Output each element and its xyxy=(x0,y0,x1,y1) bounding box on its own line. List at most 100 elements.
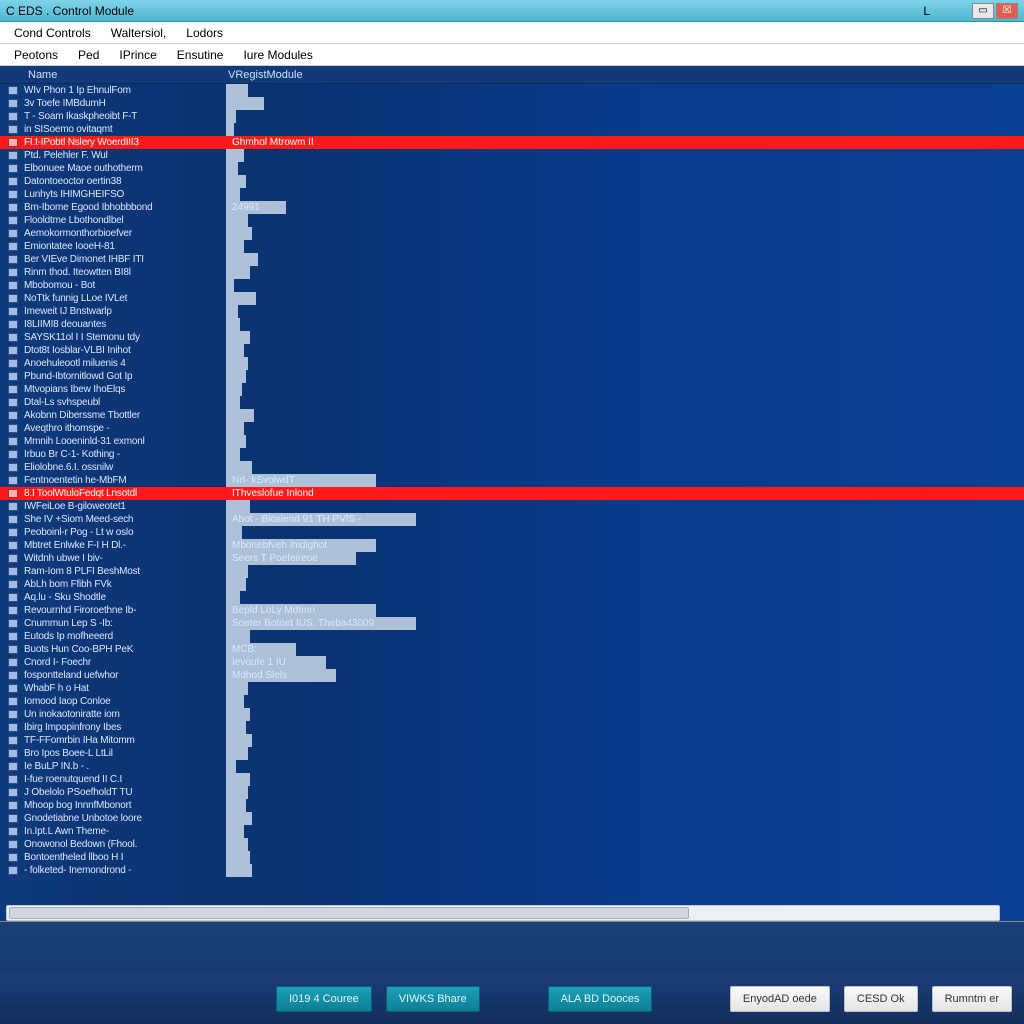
row-value xyxy=(226,773,250,786)
list-item[interactable]: WIv Phon 1 Ip EhnulFom xyxy=(0,84,1024,97)
list-item[interactable]: I8LIIMI8 deouantes xyxy=(0,318,1024,331)
list-item[interactable]: Pbund-Ibtornitlowd Got Ip xyxy=(0,370,1024,383)
column-header-value[interactable]: VRegistModule xyxy=(228,69,1014,81)
list-item[interactable]: Mbobomou - Bot xyxy=(0,279,1024,292)
list-item[interactable]: AbLh bom Ffibh FVk xyxy=(0,578,1024,591)
list-item[interactable]: Aq.lu - Sku Shodtle xyxy=(0,591,1024,604)
list-item[interactable]: Cnummun Lep S -Ib:Soeter Botoet IUS. The… xyxy=(0,617,1024,630)
list-item[interactable]: Rinm thod. Iteowtten BI8l xyxy=(0,266,1024,279)
list-item[interactable]: Aveqthro ithomspe - xyxy=(0,422,1024,435)
action-button-4[interactable]: EnyodAD oede xyxy=(730,986,830,1012)
list-item[interactable]: Emiontatee IooeH-81 xyxy=(0,240,1024,253)
list-item[interactable]: SAYSK11ol I I Stemonu tdy xyxy=(0,331,1024,344)
list-item[interactable]: Akobnn Diberssme Tbottler xyxy=(0,409,1024,422)
menu-iprince[interactable]: IPrince xyxy=(109,46,166,64)
row-icon xyxy=(4,606,22,615)
list-item[interactable]: in SISoemo ovitaqmt xyxy=(0,123,1024,136)
row-icon xyxy=(4,775,22,784)
menu-ensutine[interactable]: Ensutine xyxy=(167,46,234,64)
list-item[interactable]: Eliolobne.6.I. ossnilw xyxy=(0,461,1024,474)
list-item[interactable]: Cnord I- FoechrIevoufe 1 IU xyxy=(0,656,1024,669)
row-name: I8LIIMI8 deouantes xyxy=(24,318,226,331)
horizontal-scroll-thumb[interactable] xyxy=(9,907,689,919)
list-item[interactable]: 3v Toefe IMBdumH xyxy=(0,97,1024,110)
action-button-1[interactable]: I019 4 Couree xyxy=(276,986,372,1012)
menu-waltersiol[interactable]: Waltersiol, xyxy=(101,24,177,42)
list-item[interactable]: Elbonuee Maoe outhotherm xyxy=(0,162,1024,175)
list-item[interactable]: T - Soam Ikaskpheoibt F-T xyxy=(0,110,1024,123)
list-item[interactable]: IWFeiLoe B-giloweotet1 xyxy=(0,500,1024,513)
menu-peotons[interactable]: Peotons xyxy=(4,46,68,64)
list-item[interactable]: Gnodetiabne Unbotoe loore xyxy=(0,812,1024,825)
row-value: Mbonebfveh ihidighot xyxy=(226,539,376,552)
list-item[interactable]: Flooldtme Lbothondlbel xyxy=(0,214,1024,227)
list-item[interactable]: Ibirg Impopinfrony Ibes xyxy=(0,721,1024,734)
action-button-3[interactable]: ALA BD Dooces xyxy=(548,986,653,1012)
menu-ped[interactable]: Ped xyxy=(68,46,109,64)
list-item[interactable]: Lunhyts IHIMGHEIFSO xyxy=(0,188,1024,201)
list-item[interactable]: Un inokaotoniratte iom xyxy=(0,708,1024,721)
list-item[interactable]: She IV +Siom Meed-sechAbot - Bloslend 91… xyxy=(0,513,1024,526)
list-item[interactable]: Fentnoentetin he-MbFMNrI- kSvolwdT xyxy=(0,474,1024,487)
list-item[interactable]: Anoehuleootl miluenis 4 xyxy=(0,357,1024,370)
list-item[interactable]: J Obelolo PSoefholdT TU xyxy=(0,786,1024,799)
list-item[interactable]: Ie BuLP IN.b - . xyxy=(0,760,1024,773)
list-item[interactable]: Revournhd Firoroethne Ib-Bepld LoLy Mdtm… xyxy=(0,604,1024,617)
column-header-name[interactable]: Name xyxy=(28,69,228,81)
list-item[interactable]: Ptd. Pelehler F. Wul xyxy=(0,149,1024,162)
row-icon xyxy=(4,398,22,407)
list-item[interactable]: Eutods Ip mofheeerd xyxy=(0,630,1024,643)
row-icon xyxy=(4,437,22,446)
list-item[interactable]: Mtvopians Ibew IhoElqs xyxy=(0,383,1024,396)
menu-cond-controls[interactable]: Cond Controls xyxy=(4,24,101,42)
list-item[interactable]: I-fue roenutquend II C.I xyxy=(0,773,1024,786)
list-item[interactable]: Dtal-Ls svhspeubl xyxy=(0,396,1024,409)
close-button[interactable]: ☒ xyxy=(996,3,1018,19)
list-item[interactable]: Ber VIEve Dimonet IHBF ITI xyxy=(0,253,1024,266)
row-icon xyxy=(4,658,22,667)
list-item[interactable]: Mhoop bog InnnfMbonort xyxy=(0,799,1024,812)
list-item[interactable]: fospontteland uefwhorMdhod Slels xyxy=(0,669,1024,682)
row-icon xyxy=(4,489,22,498)
list-item[interactable]: Mbtret Enlwke F-I H Dl.-Mbonebfveh ihidi… xyxy=(0,539,1024,552)
list-item[interactable]: - folketed- Inemondrond - xyxy=(0,864,1024,877)
list-item[interactable]: Iomood Iaop Conloe xyxy=(0,695,1024,708)
list-item[interactable]: Onowonol Bedown (Fhool. xyxy=(0,838,1024,851)
row-name: IWFeiLoe B-giloweotet1 xyxy=(24,500,226,513)
list-item[interactable]: Aemokormonthorbioefver xyxy=(0,227,1024,240)
menu-iure-modules[interactable]: Iure Modules xyxy=(233,46,322,64)
list-item[interactable]: In.Ipt.L Awn Theme- xyxy=(0,825,1024,838)
list-item[interactable]: Dtot8t Iosblar-VLBI Inihot xyxy=(0,344,1024,357)
list-item[interactable]: Bontoentheled llboo H I xyxy=(0,851,1024,864)
row-icon xyxy=(4,801,22,810)
list-item[interactable]: Witdnh ubwe I biv-Seers T Poefeireoe xyxy=(0,552,1024,565)
action-button-2[interactable]: VIWKS Bhare xyxy=(386,986,480,1012)
row-value xyxy=(226,734,252,747)
list-item[interactable]: NoTtk funnig LLoe IVLet xyxy=(0,292,1024,305)
list-item[interactable]: Buots Hun Coo-BPH PeKMCB: xyxy=(0,643,1024,656)
row-name: Bontoentheled llboo H I xyxy=(24,851,226,864)
row-icon xyxy=(4,645,22,654)
list-item[interactable]: Peoboinl-r Pog - Lt w oslo xyxy=(0,526,1024,539)
horizontal-scrollbar[interactable] xyxy=(6,905,1000,921)
list-item[interactable]: Bm-Ibome Egood Ibhobbbond24991 xyxy=(0,201,1024,214)
menu-bar-secondary: Peotons Ped IPrince Ensutine Iure Module… xyxy=(0,44,1024,66)
list-item[interactable]: TF-FFomrbin IHa Mitomm xyxy=(0,734,1024,747)
minimize-button[interactable]: ▭ xyxy=(972,3,994,19)
row-icon xyxy=(4,736,22,745)
list-item[interactable]: 8.I ToolWtuloFedqt LnsotdlIThveslofue In… xyxy=(0,487,1024,500)
list-item[interactable]: WhabF h o Hat xyxy=(0,682,1024,695)
list-item[interactable]: Irbuo Br C-1- Kothing - xyxy=(0,448,1024,461)
row-name: Un inokaotoniratte iom xyxy=(24,708,226,721)
ok-button[interactable]: CESD Ok xyxy=(844,986,918,1012)
menu-bar-primary: Cond Controls Waltersiol, Lodors xyxy=(0,22,1024,44)
list-item[interactable]: FI.t-IPobtl Nslery WoerdIII3Ghmhol Mtrow… xyxy=(0,136,1024,149)
list-item[interactable]: Mmnih Looeninld-31 exmonl xyxy=(0,435,1024,448)
row-name: WhabF h o Hat xyxy=(24,682,226,695)
list-item[interactable]: Bro Ipos Boee-L LtLil xyxy=(0,747,1024,760)
menu-lodors[interactable]: Lodors xyxy=(176,24,233,42)
list-item[interactable]: Ram-Iom 8 PLFI BeshMost xyxy=(0,565,1024,578)
action-button-6[interactable]: Rumntm er xyxy=(932,986,1012,1012)
list-item[interactable]: Datontoeoctor oertin38 xyxy=(0,175,1024,188)
list-item[interactable]: Imeweit IJ Bnstwarlp xyxy=(0,305,1024,318)
